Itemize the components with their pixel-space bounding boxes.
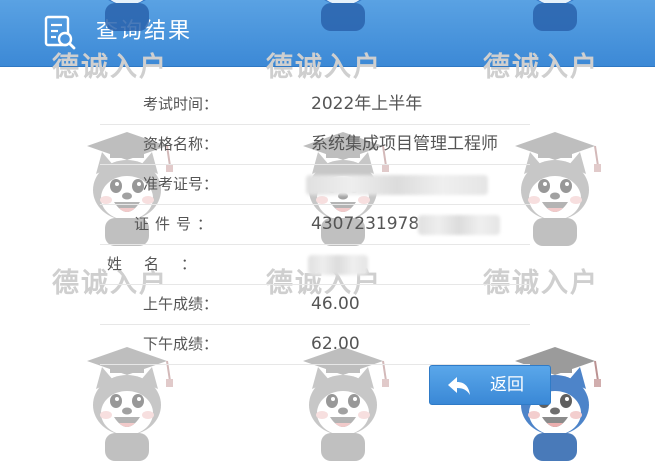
afternoon-score-row: 下午成绩： 62.00 <box>100 325 530 365</box>
afternoon-score-value: 62.00 <box>311 334 360 354</box>
id-number-value: 4307231978 <box>311 214 420 234</box>
afternoon-score-label: 下午成绩： <box>142 335 218 353</box>
id-number-row: 证件号： 4307231978 <box>100 205 530 245</box>
exam-time-label: 考试时间： <box>142 95 218 113</box>
id-number-label: 证件号： <box>133 215 218 233</box>
back-button[interactable]: 返回 <box>429 365 551 405</box>
redacted-name <box>308 255 368 275</box>
exam-time-row: 考试时间： 2022年上半年 <box>100 85 530 125</box>
exam-time-value: 2022年上半年 <box>311 94 423 114</box>
header-bar: 查询结果 <box>0 0 655 67</box>
morning-score-row: 上午成绩： 46.00 <box>100 285 530 325</box>
name-row: 姓名： <box>100 245 530 285</box>
result-panel: 考试时间： 2022年上半年 资格名称： 系统集成项目管理工程师 准考证号： 证… <box>100 85 530 365</box>
page-title: 查询结果 <box>96 19 193 44</box>
morning-score-label: 上午成绩： <box>142 295 218 313</box>
qualification-label: 资格名称： <box>142 135 218 153</box>
back-arrow-icon <box>448 377 470 395</box>
admission-number-row: 准考证号： <box>100 165 530 205</box>
redacted-admission-number <box>306 175 488 195</box>
qualification-value: 系统集成项目管理工程师 <box>311 134 498 154</box>
morning-score-value: 46.00 <box>311 294 360 314</box>
document-search-icon <box>44 15 76 50</box>
redacted-id-number <box>418 215 500 235</box>
back-button-label: 返回 <box>490 375 524 395</box>
qualification-row: 资格名称： 系统集成项目管理工程师 <box>100 125 530 165</box>
admission-number-label: 准考证号： <box>142 175 218 193</box>
name-label: 姓名： <box>106 255 218 273</box>
